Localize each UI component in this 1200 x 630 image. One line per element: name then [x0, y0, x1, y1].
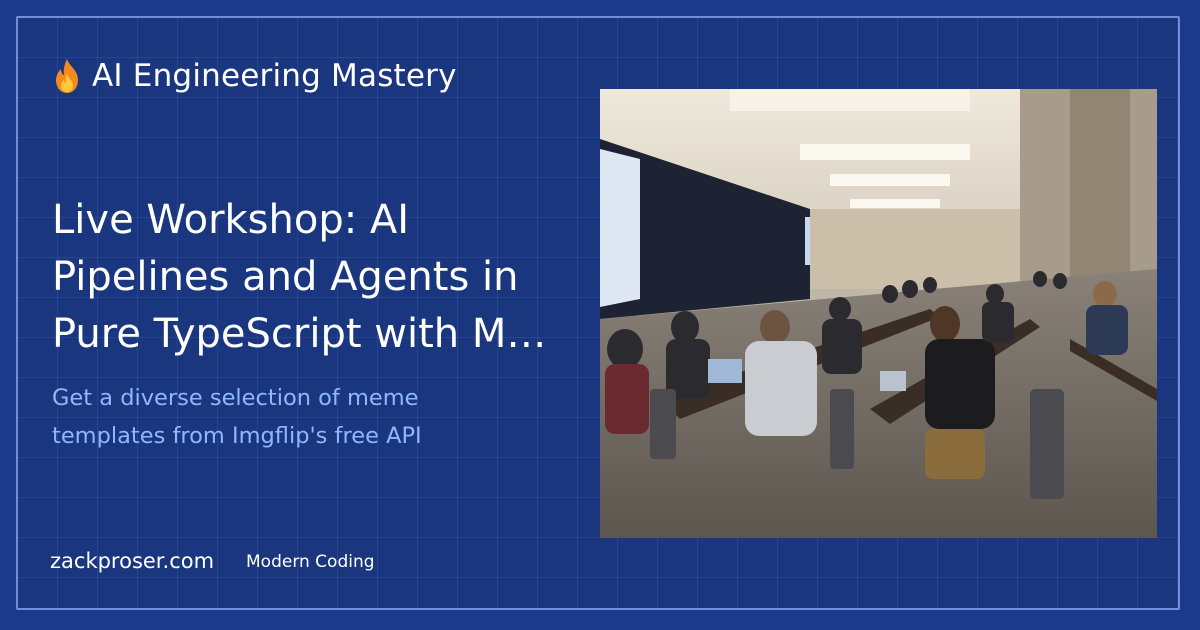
page-subtitle: Get a diverse selection of meme template… — [52, 379, 572, 455]
page-title-line: Pipelines and Agents in — [52, 254, 519, 300]
page-title-line: Pure TypeScript with M… — [52, 311, 547, 357]
workshop-photo-illustration — [600, 89, 1157, 538]
fire-icon — [56, 59, 78, 93]
page-title-line: Live Workshop: AI — [52, 197, 410, 243]
footer-site[interactable]: zackproser.com — [50, 549, 214, 573]
brand-title: AI Engineering Mastery — [92, 58, 457, 94]
workshop-photo — [600, 89, 1157, 538]
page-title: Live Workshop: AI Pipelines and Agents i… — [52, 192, 592, 363]
footer-tag: Modern Coding — [246, 552, 375, 572]
page-subtitle-line: Get a diverse selection of meme — [52, 385, 419, 411]
brand-header: AI Engineering Mastery — [52, 55, 457, 97]
page-subtitle-line: templates from Imgflip's free API — [52, 423, 422, 449]
